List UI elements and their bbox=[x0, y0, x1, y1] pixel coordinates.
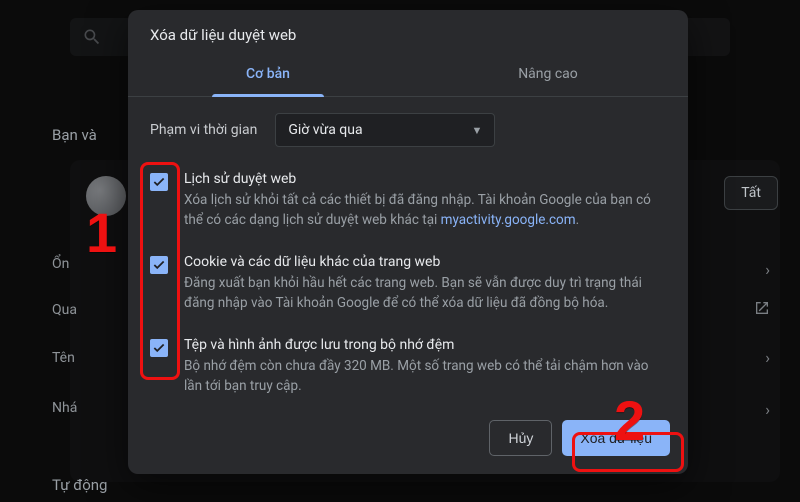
item-browsing-history: Lịch sử duyệt web Xóa lịch sử khỏi tất c… bbox=[150, 161, 666, 244]
bg-side-4: Nhá bbox=[52, 400, 77, 416]
item-title: Tệp và hình ảnh được lưu trong bộ nhớ đệ… bbox=[184, 337, 666, 353]
clear-items-list: Lịch sử duyệt web Xóa lịch sử khỏi tất c… bbox=[128, 155, 688, 412]
avatar bbox=[86, 176, 126, 216]
check-icon bbox=[152, 341, 166, 355]
open-external-icon bbox=[754, 300, 770, 316]
time-range-value: Giờ vừa qua bbox=[288, 122, 362, 138]
checkbox-cookies[interactable] bbox=[150, 256, 168, 274]
chevron-right-icon: › bbox=[765, 348, 770, 367]
dialog-title: Xóa dữ liệu duyệt web bbox=[128, 10, 688, 54]
checkbox-cached[interactable] bbox=[150, 339, 168, 357]
item-cookies: Cookie và các dữ liệu khác của trang web… bbox=[150, 244, 666, 327]
bg-tat-button[interactable]: Tất bbox=[724, 176, 778, 210]
clear-browsing-data-dialog: Xóa dữ liệu duyệt web Cơ bản Nâng cao Ph… bbox=[128, 10, 688, 474]
time-range-row: Phạm vi thời gian Giờ vừa qua ▼ bbox=[128, 97, 688, 155]
search-icon bbox=[82, 27, 102, 47]
cancel-button[interactable]: Hủy bbox=[489, 420, 552, 456]
chevron-right-icon: › bbox=[765, 260, 770, 279]
item-title: Lịch sử duyệt web bbox=[184, 171, 666, 187]
bg-side-2: Qua bbox=[52, 302, 77, 318]
item-desc: Đăng xuất bạn khỏi hầu hết các trang web… bbox=[184, 274, 666, 313]
dialog-tabs: Cơ bản Nâng cao bbox=[128, 54, 688, 97]
item-desc: Xóa lịch sử khỏi tất cả các thiết bị đã … bbox=[184, 191, 666, 230]
clear-data-button[interactable]: Xóa dữ liệu bbox=[562, 420, 670, 456]
chevron-right-icon: › bbox=[765, 400, 770, 419]
item-desc: Bộ nhớ đệm còn chưa đầy 320 MB. Một số t… bbox=[184, 357, 666, 396]
tab-basic[interactable]: Cơ bản bbox=[128, 54, 408, 96]
bg-side-1: Ổn bbox=[52, 256, 69, 272]
checkbox-browsing-history[interactable] bbox=[150, 173, 168, 191]
bg-auto-label: Tự động bbox=[52, 476, 107, 494]
bg-side-3: Tên bbox=[52, 350, 75, 366]
bg-you-label: Bạn và bbox=[52, 126, 97, 144]
tab-advanced[interactable]: Nâng cao bbox=[408, 54, 688, 96]
time-range-select[interactable]: Giờ vừa qua ▼ bbox=[275, 113, 495, 147]
check-icon bbox=[152, 175, 166, 189]
item-cached: Tệp và hình ảnh được lưu trong bộ nhớ đệ… bbox=[150, 327, 666, 410]
time-range-label: Phạm vi thời gian bbox=[150, 122, 257, 138]
check-icon bbox=[152, 258, 166, 272]
item-title: Cookie và các dữ liệu khác của trang web bbox=[184, 254, 666, 270]
chevron-down-icon: ▼ bbox=[471, 124, 482, 137]
dialog-actions: Hủy Xóa dữ liệu bbox=[128, 412, 688, 468]
myactivity-link[interactable]: myactivity.google.com bbox=[441, 212, 576, 228]
